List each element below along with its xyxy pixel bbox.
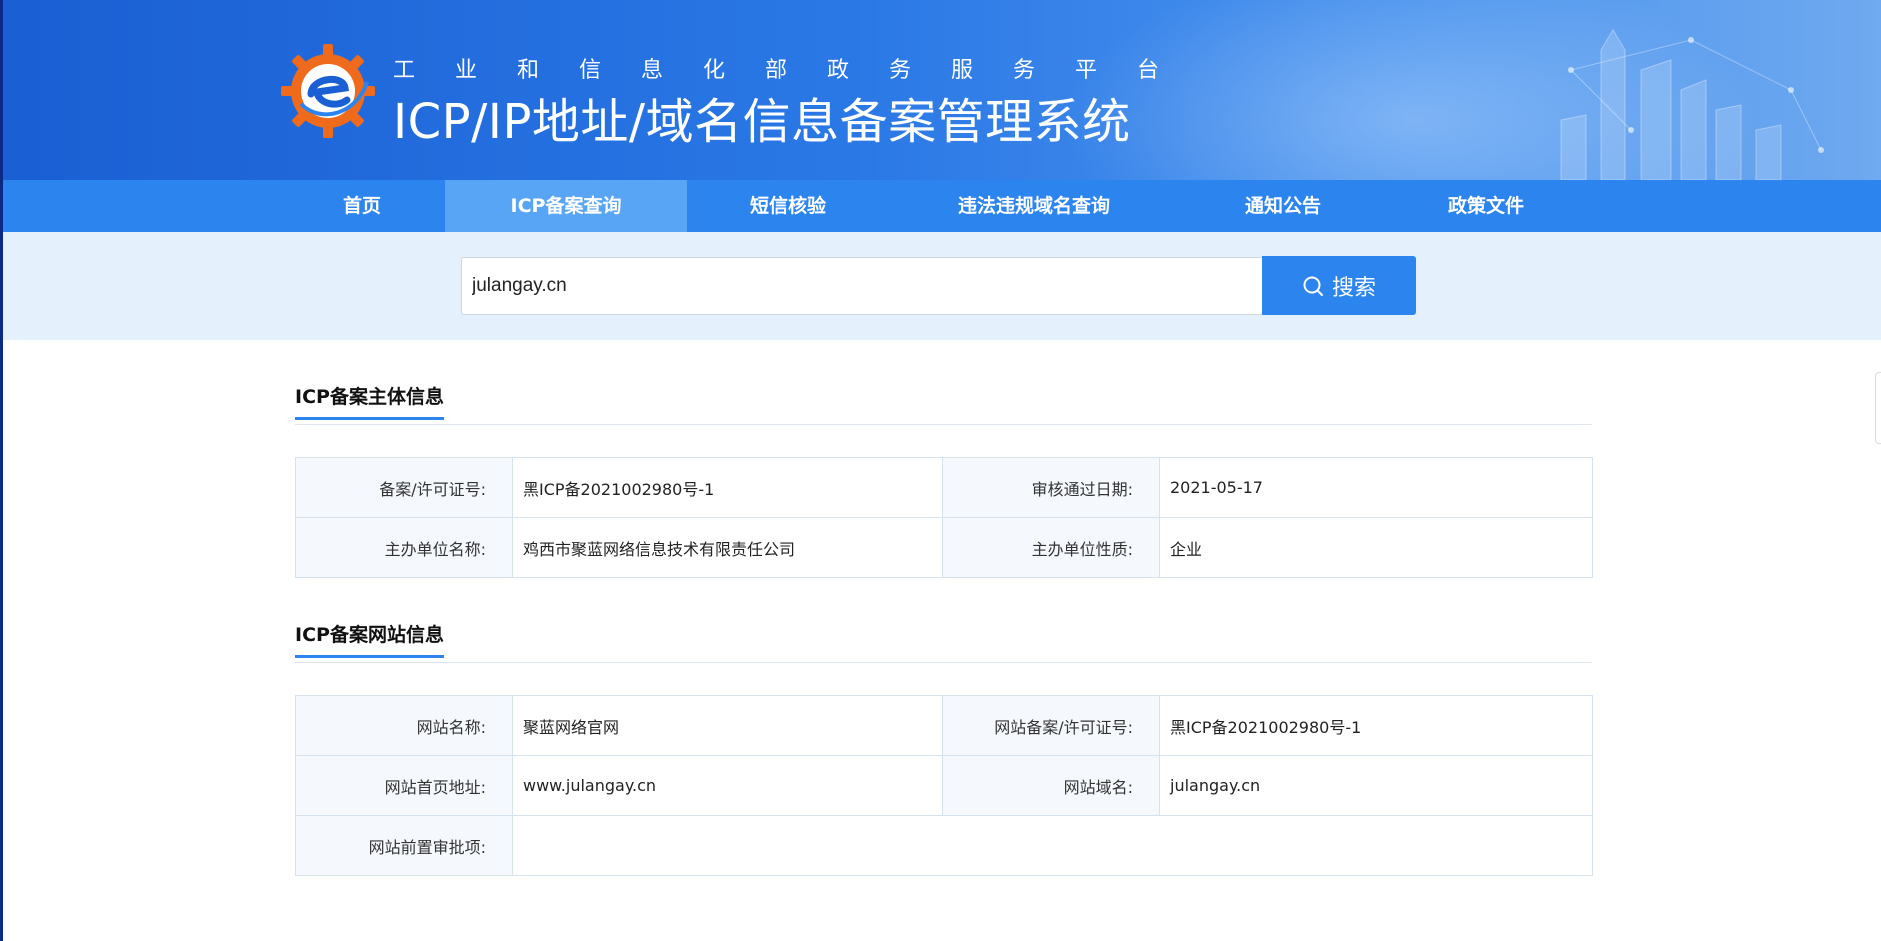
table-row: 备案/许可证号: 黑ICP备2021002980号-1 审核通过日期: 2021… [295, 457, 1593, 518]
website-license-label: 网站备案/许可证号: [942, 695, 1160, 756]
homepage-url-label: 网站首页地址: [295, 755, 513, 816]
search-button-label: 搜索 [1331, 275, 1376, 301]
approval-date-value: 2021-05-17 [1159, 457, 1593, 518]
website-name-label: 网站名称: [295, 695, 513, 756]
search-band: 搜索 [3, 232, 1881, 340]
website-section-title: ICP备案网站信息 [295, 620, 444, 658]
approval-date-label: 审核通过日期: [942, 457, 1160, 518]
nav-item-icp-query[interactable]: ICP备案查询 [445, 180, 687, 232]
website-domain-label: 网站域名: [942, 755, 1160, 816]
license-number-value: 黑ICP备2021002980号-1 [512, 457, 943, 518]
preapproval-value [512, 815, 1593, 876]
platform-subtitle: 工业和信息化部政务服务平台 [393, 58, 1200, 83]
preapproval-label: 网站前置审批项: [295, 815, 513, 876]
table-row: 网站首页地址: www.julangay.cn 网站域名: julangay.c… [295, 755, 1593, 816]
search-input[interactable] [461, 257, 1263, 315]
search-icon [1303, 276, 1323, 296]
organizer-name-value: 鸡西市聚蓝网络信息技术有限责任公司 [512, 517, 943, 578]
website-section-divider [295, 662, 1592, 663]
subject-section-divider [295, 424, 1592, 425]
organizer-type-label: 主办单位性质: [942, 517, 1160, 578]
table-row: 网站名称: 聚蓝网络官网 网站备案/许可证号: 黑ICP备2021002980号… [295, 695, 1593, 756]
organizer-name-label: 主办单位名称: [295, 517, 513, 578]
website-domain-value: julangay.cn [1159, 755, 1593, 816]
nav-item-policy-docs[interactable]: 政策文件 [1403, 180, 1569, 232]
side-feedback-tab[interactable] [1875, 372, 1881, 444]
website-license-value: 黑ICP备2021002980号-1 [1159, 695, 1593, 756]
nav-item-illegal-domain-query[interactable]: 违法违规域名查询 [923, 180, 1145, 232]
organizer-type-value: 企业 [1159, 517, 1593, 578]
city-skyline-decoration [1560, 29, 1824, 180]
nav-item-sms-verify[interactable]: 短信核验 [707, 180, 869, 232]
gear-logo-icon [281, 44, 375, 138]
homepage-url-value: www.julangay.cn [512, 755, 943, 816]
nav-item-home[interactable]: 首页 [295, 180, 429, 232]
system-title: ICP/IP地址/域名信息备案管理系统 [393, 94, 1131, 150]
table-row: 网站前置审批项: [295, 815, 1593, 876]
main-nav: 首页 ICP备案查询 短信核验 违法违规域名查询 通知公告 政策文件 [3, 180, 1881, 232]
header-banner: 工业和信息化部政务服务平台 ICP/IP地址/域名信息备案管理系统 [3, 0, 1881, 180]
website-name-value: 聚蓝网络官网 [512, 695, 943, 756]
subject-info-table: 备案/许可证号: 黑ICP备2021002980号-1 审核通过日期: 2021… [295, 457, 1593, 578]
license-number-label: 备案/许可证号: [295, 457, 513, 518]
page: 工业和信息化部政务服务平台 ICP/IP地址/域名信息备案管理系统 首页 ICP… [0, 0, 1881, 941]
subject-section-title: ICP备案主体信息 [295, 382, 444, 420]
table-row: 主办单位名称: 鸡西市聚蓝网络信息技术有限责任公司 主办单位性质: 企业 [295, 517, 1593, 578]
search-button[interactable]: 搜索 [1262, 256, 1416, 315]
website-info-table: 网站名称: 聚蓝网络官网 网站备案/许可证号: 黑ICP备2021002980号… [295, 695, 1593, 876]
nav-item-notices[interactable]: 通知公告 [1203, 180, 1363, 232]
